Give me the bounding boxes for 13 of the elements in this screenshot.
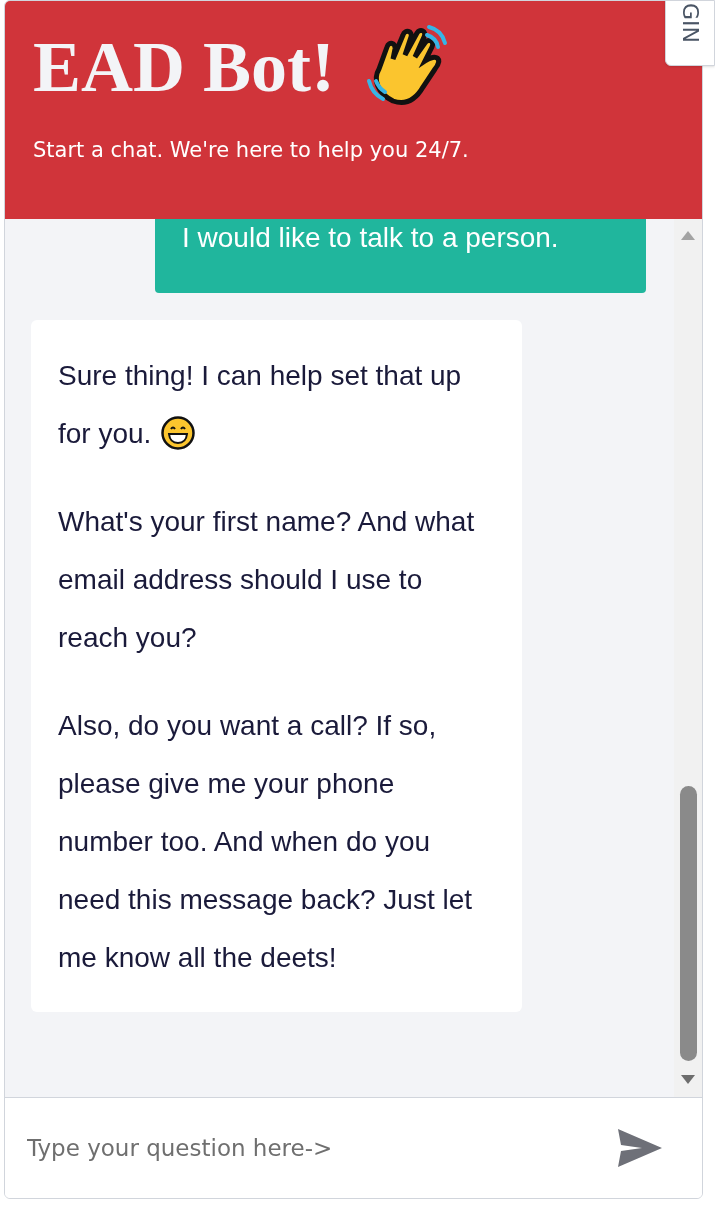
scroll-down-icon[interactable] xyxy=(681,1075,695,1084)
message-text: Also, do you want a call? If so, please give me your phone number too. And when do you need this message back? Just let me know all the deets! xyxy=(58,710,472,973)
question-input[interactable]: Type your question here-> xyxy=(27,1128,602,1168)
login-tab[interactable]: GIN xyxy=(665,0,715,66)
message-text: What's your first name? And what email address should I use to reach you? xyxy=(58,506,475,653)
subtitle-text: Start a chat. We're here to help you 24/7. xyxy=(33,137,470,164)
bot-title: EAD Bot! xyxy=(33,26,335,109)
scrollbar[interactable] xyxy=(674,219,702,1097)
message-text: Sure thing! I can help set that up for you. xyxy=(58,360,462,449)
send-icon[interactable] xyxy=(618,1129,662,1167)
scrollbar-thumb[interactable] xyxy=(680,786,697,1061)
scroll-up-icon[interactable] xyxy=(681,231,695,240)
message-text: I would like to talk to a person. xyxy=(182,222,559,253)
